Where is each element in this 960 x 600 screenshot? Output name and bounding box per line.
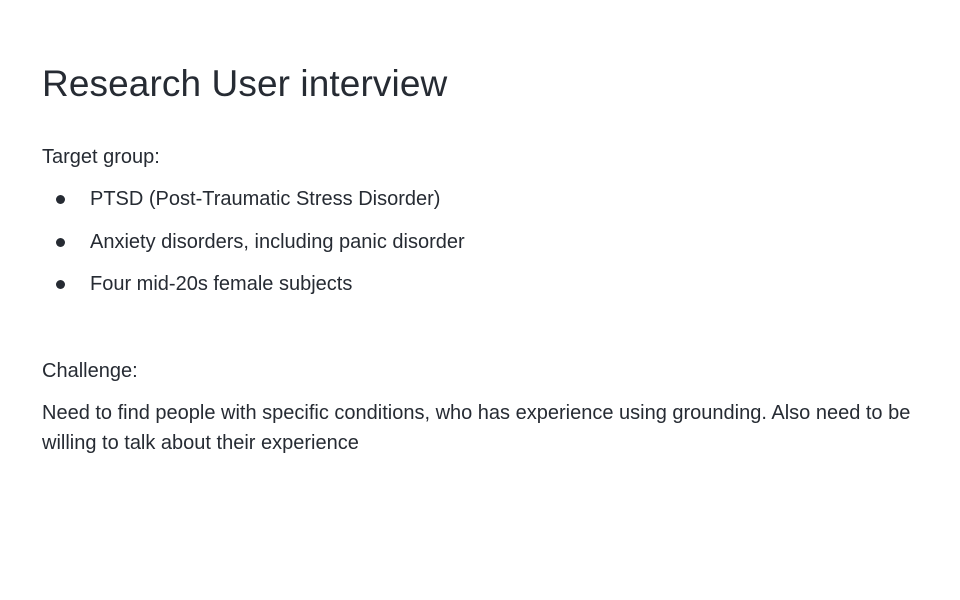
slide: Research User interview Target group: PT… [0,0,960,600]
list-item-text: Anxiety disorders, including panic disor… [90,230,465,253]
bullet-icon [56,280,65,289]
bullet-icon [56,237,65,247]
list-item: PTSD (Post-Traumatic Stress Disorder) [42,185,465,228]
target-group-list: PTSD (Post-Traumatic Stress Disorder) An… [42,185,465,313]
target-group-label: Target group: [42,146,160,168]
list-item-text: Four mid-20s female subjects [90,273,353,295]
page-title: Research User interview [42,63,448,104]
list-item-text: PTSD (Post-Traumatic Stress Disorder) [90,188,441,210]
list-item: Four mid-20s female subjects [42,270,465,313]
list-item: Anxiety disorders, including panic disor… [42,228,465,271]
challenge-label: Challenge: [42,360,138,382]
challenge-text: Need to find people with specific condit… [42,402,911,454]
bullet-icon [56,195,65,204]
